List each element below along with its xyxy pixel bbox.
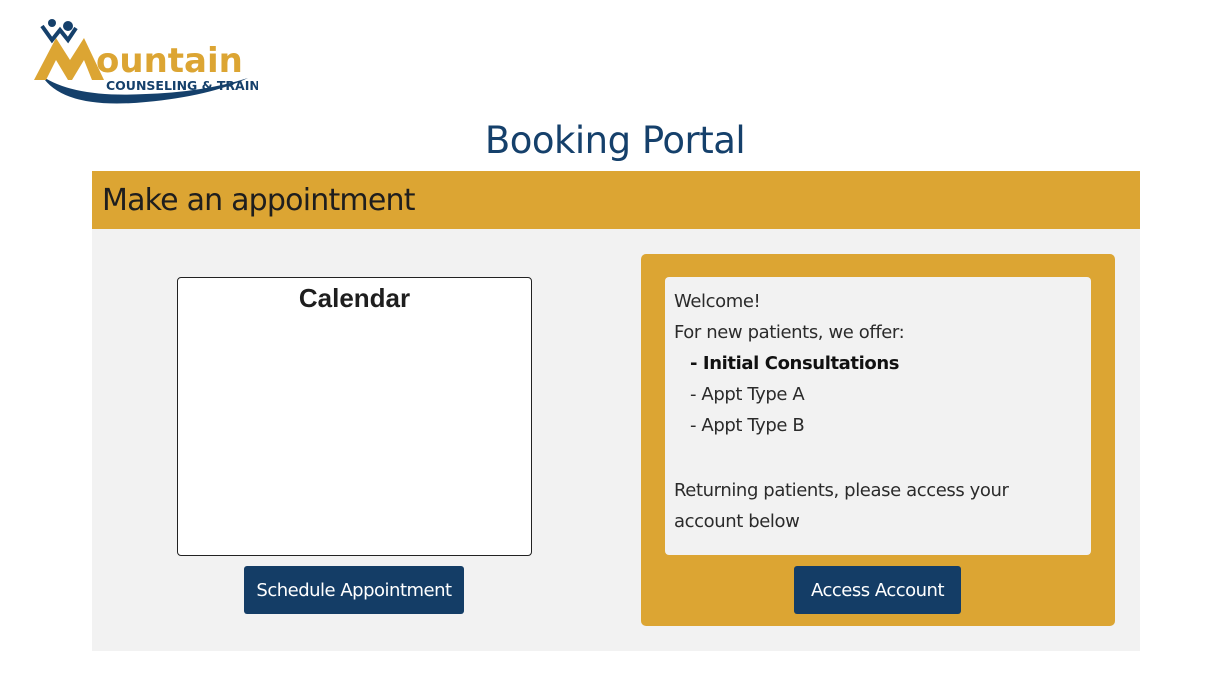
offer-intro-text: For new patients, we offer: — [674, 322, 905, 343]
page-title: Booking Portal — [484, 119, 746, 162]
offer-item: - Initial Consultations — [690, 353, 900, 374]
welcome-text: Welcome! — [674, 291, 761, 312]
returning-patients-text: Returning patients, please access your a… — [674, 480, 1009, 532]
access-account-button[interactable]: Access Account — [794, 566, 961, 614]
info-panel: Welcome! For new patients, we offer: - I… — [641, 254, 1115, 626]
calendar-title: Calendar — [298, 283, 411, 313]
welcome-info-box: Welcome! For new patients, we offer: - I… — [665, 277, 1091, 555]
logo-tagline: COUNSELING & TRAINING — [106, 78, 258, 93]
offer-item: - Appt Type A — [690, 384, 805, 405]
calendar-widget[interactable]: Calendar — [177, 277, 532, 556]
schedule-appointment-button[interactable]: Schedule Appointment — [244, 566, 464, 614]
logo-wordmark: ountain — [96, 41, 243, 81]
mountain-logo: ountain COUNSELING & TRAINING — [34, 14, 258, 106]
card-header: Make an appointment — [92, 171, 1140, 229]
card-header-title: Make an appointment — [102, 183, 416, 218]
appointment-card: Make an appointment Calendar Schedule Ap… — [92, 171, 1140, 651]
offer-item: - Appt Type B — [690, 415, 805, 436]
